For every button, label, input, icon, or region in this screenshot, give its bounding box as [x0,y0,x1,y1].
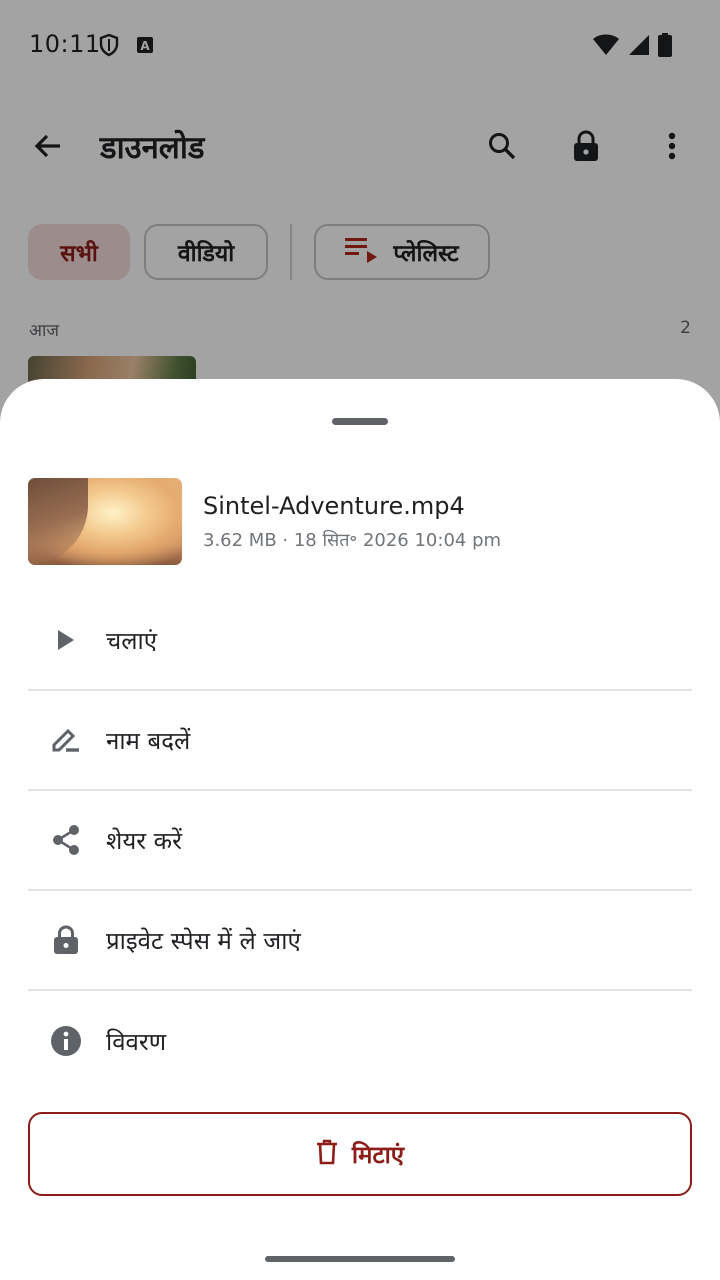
delete-button[interactable]: मिटाएं [28,1112,692,1196]
gesture-nav-bar[interactable] [265,1256,455,1262]
play-icon [50,624,82,656]
info-icon [50,1025,82,1057]
action-play[interactable]: चलाएं [28,591,692,691]
action-label: नाम बदलें [106,726,191,755]
file-header: Sintel-Adventure.mp4 3.62 MB · 18 सित॰ 2… [28,478,692,566]
action-menu: चलाएं नाम बदलें शेयर करें प्राइवेट स्पेस… [28,591,692,1091]
action-details[interactable]: विवरण [28,991,692,1091]
action-label: शेयर करें [106,826,182,855]
action-share[interactable]: शेयर करें [28,791,692,891]
drag-handle[interactable] [332,418,388,425]
action-label: चलाएं [106,626,157,655]
action-move-private[interactable]: प्राइवेट स्पेस में ले जाएं [28,891,692,991]
file-name: Sintel-Adventure.mp4 [203,492,465,520]
action-label: विवरण [106,1027,167,1056]
share-icon [50,824,82,856]
delete-label: मिटाएं [351,1140,405,1169]
bottom-sheet: Sintel-Adventure.mp4 3.62 MB · 18 सित॰ 2… [0,379,720,1280]
file-meta: 3.62 MB · 18 सित॰ 2026 10:04 pm [203,530,502,551]
trash-icon [316,1139,338,1169]
edit-icon [50,724,82,756]
lock-icon [50,924,82,956]
file-thumbnail [28,478,182,565]
action-rename[interactable]: नाम बदलें [28,691,692,791]
action-label: प्राइवेट स्पेस में ले जाएं [106,926,301,955]
